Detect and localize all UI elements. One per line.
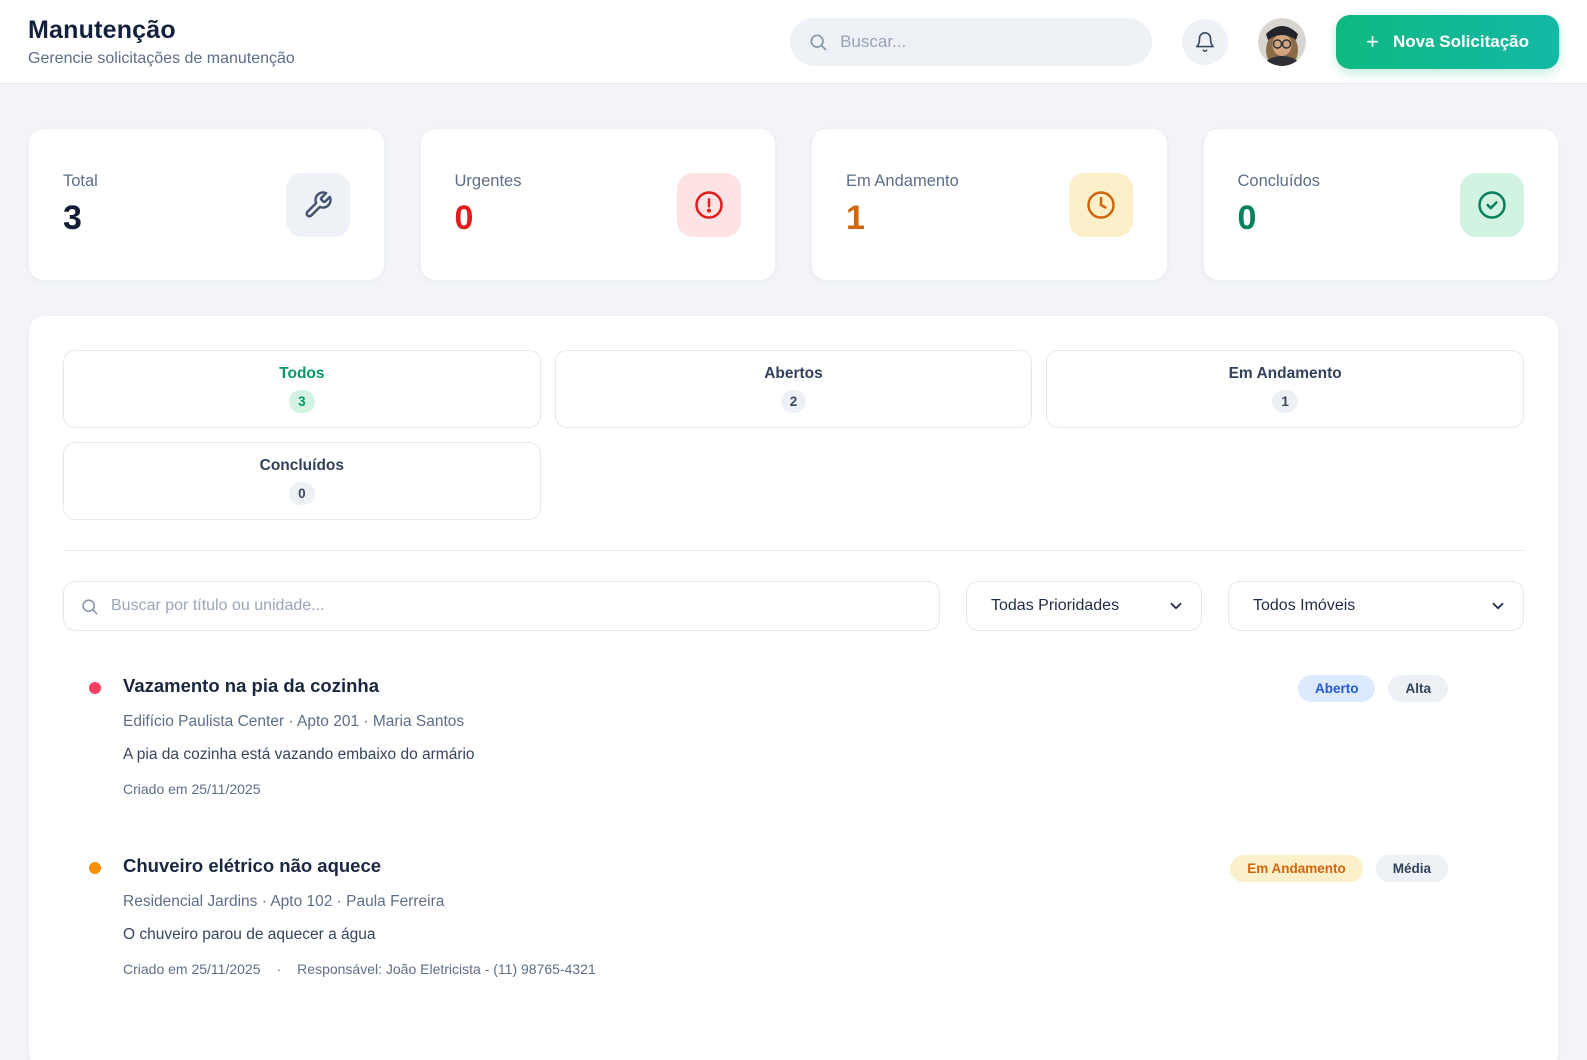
priority-badge: Média — [1376, 855, 1448, 882]
requests-panel: Todos 3 Abertos 2 Em Andamento 1 Concluí… — [28, 315, 1559, 1060]
search-icon — [808, 32, 828, 52]
request-list: Vazamento na pia da cozinha Aberto Alta … — [63, 675, 1524, 977]
global-search[interactable] — [790, 18, 1152, 66]
stat-total-text: Total 3 — [63, 172, 98, 238]
chevron-down-icon — [1167, 597, 1185, 615]
tab-count-badge: 0 — [289, 482, 315, 505]
created-date: Criado em 25/11/2025 — [123, 961, 261, 977]
request-meta: Criado em 25/11/2025 — [123, 781, 1524, 797]
stat-completed-text: Concluídos 0 — [1238, 172, 1321, 238]
page-title: Manutenção — [28, 16, 295, 45]
request-item[interactable]: Vazamento na pia da cozinha Aberto Alta … — [63, 675, 1524, 797]
priority-dot — [89, 682, 101, 694]
priority-dot — [89, 862, 101, 874]
divider — [63, 550, 1524, 551]
page-subtitle: Gerencie solicitações de manutenção — [28, 50, 295, 68]
chevron-down-icon — [1489, 597, 1507, 615]
request-location: Edifício Paulista Center · Apto 201 · Ma… — [123, 713, 1524, 731]
tab-todos[interactable]: Todos 3 — [63, 350, 541, 428]
stat-card-completed: Concluídos 0 — [1203, 128, 1560, 281]
priority-badge: Alta — [1388, 675, 1448, 702]
tab-label: Abertos — [764, 365, 823, 383]
request-location: Residencial Jardins · Apto 102 · Paula F… — [123, 893, 1524, 911]
stat-card-total: Total 3 — [28, 128, 385, 281]
tab-count-badge: 2 — [781, 390, 807, 413]
user-avatar[interactable] — [1258, 18, 1306, 66]
alert-circle-icon — [677, 173, 741, 237]
request-badges: Em Andamento Média — [1230, 855, 1448, 882]
stat-label: Total — [63, 172, 98, 191]
property-select-value: Todos Imóveis — [1253, 597, 1355, 615]
global-search-input[interactable] — [840, 32, 1134, 52]
tab-abertos[interactable]: Abertos 2 — [555, 350, 1033, 428]
request-badges: Aberto Alta — [1298, 675, 1448, 702]
stat-card-in-progress: Em Andamento 1 — [811, 128, 1168, 281]
request-title: Vazamento na pia da cozinha — [123, 675, 379, 697]
tab-count-badge: 1 — [1272, 390, 1298, 413]
request-item[interactable]: Chuveiro elétrico não aquece Em Andament… — [63, 855, 1524, 977]
tab-label: Todos — [279, 365, 324, 383]
stat-label: Em Andamento — [846, 172, 959, 191]
stat-label: Urgentes — [455, 172, 522, 191]
check-circle-icon — [1460, 173, 1524, 237]
responsible-text: Responsável: João Eletricista - (11) 987… — [297, 961, 596, 977]
request-meta: Criado em 25/11/2025 · Responsável: João… — [123, 961, 1524, 977]
tab-label: Concluídos — [260, 457, 344, 475]
status-badge: Aberto — [1298, 675, 1376, 702]
priority-select[interactable]: Todas Prioridades — [966, 581, 1202, 631]
list-search-input[interactable] — [111, 597, 923, 615]
clock-icon — [1069, 173, 1133, 237]
tab-concluidos[interactable]: Concluídos 0 — [63, 442, 541, 520]
property-select[interactable]: Todos Imóveis — [1228, 581, 1524, 631]
filter-row: Todas Prioridades Todos Imóveis — [63, 581, 1524, 631]
meta-separator: · — [277, 961, 282, 977]
wrench-icon — [286, 173, 350, 237]
avatar-photo — [1258, 18, 1306, 66]
notifications-button[interactable] — [1182, 19, 1228, 65]
header-actions: + Nova Solicitação — [790, 15, 1559, 69]
stat-urgent-text: Urgentes 0 — [455, 172, 522, 238]
request-description: A pia da cozinha está vazando embaixo do… — [123, 746, 1524, 764]
top-bar: Manutenção Gerencie solicitações de manu… — [0, 0, 1587, 84]
request-description: O chuveiro parou de aquecer a água — [123, 926, 1524, 944]
request-title: Chuveiro elétrico não aquece — [123, 855, 381, 877]
stat-label: Concluídos — [1238, 172, 1321, 191]
new-request-label: Nova Solicitação — [1393, 32, 1529, 52]
stat-card-urgent: Urgentes 0 — [420, 128, 777, 281]
stat-in-progress-text: Em Andamento 1 — [846, 172, 959, 238]
stat-value: 1 — [846, 199, 959, 238]
request-header: Chuveiro elétrico não aquece Em Andament… — [123, 855, 1524, 882]
status-tabs: Todos 3 Abertos 2 Em Andamento 1 Concluí… — [63, 350, 1524, 520]
stat-value: 0 — [455, 199, 522, 238]
list-search[interactable] — [63, 581, 940, 631]
tab-label: Em Andamento — [1229, 365, 1342, 383]
tab-count-badge: 3 — [289, 390, 315, 413]
header-titles: Manutenção Gerencie solicitações de manu… — [28, 16, 295, 68]
stat-value: 3 — [63, 199, 98, 238]
stat-value: 0 — [1238, 199, 1321, 238]
stats-row: Total 3 Urgentes 0 Em Andamento 1 Conclu… — [28, 128, 1559, 281]
new-request-button[interactable]: + Nova Solicitação — [1336, 15, 1559, 69]
status-badge: Em Andamento — [1230, 855, 1363, 882]
priority-select-value: Todas Prioridades — [991, 597, 1119, 615]
bell-icon — [1194, 31, 1216, 53]
tab-em-andamento[interactable]: Em Andamento 1 — [1046, 350, 1524, 428]
created-date: Criado em 25/11/2025 — [123, 781, 261, 797]
plus-icon: + — [1366, 31, 1379, 53]
search-icon — [80, 597, 99, 616]
request-header: Vazamento na pia da cozinha Aberto Alta — [123, 675, 1524, 702]
